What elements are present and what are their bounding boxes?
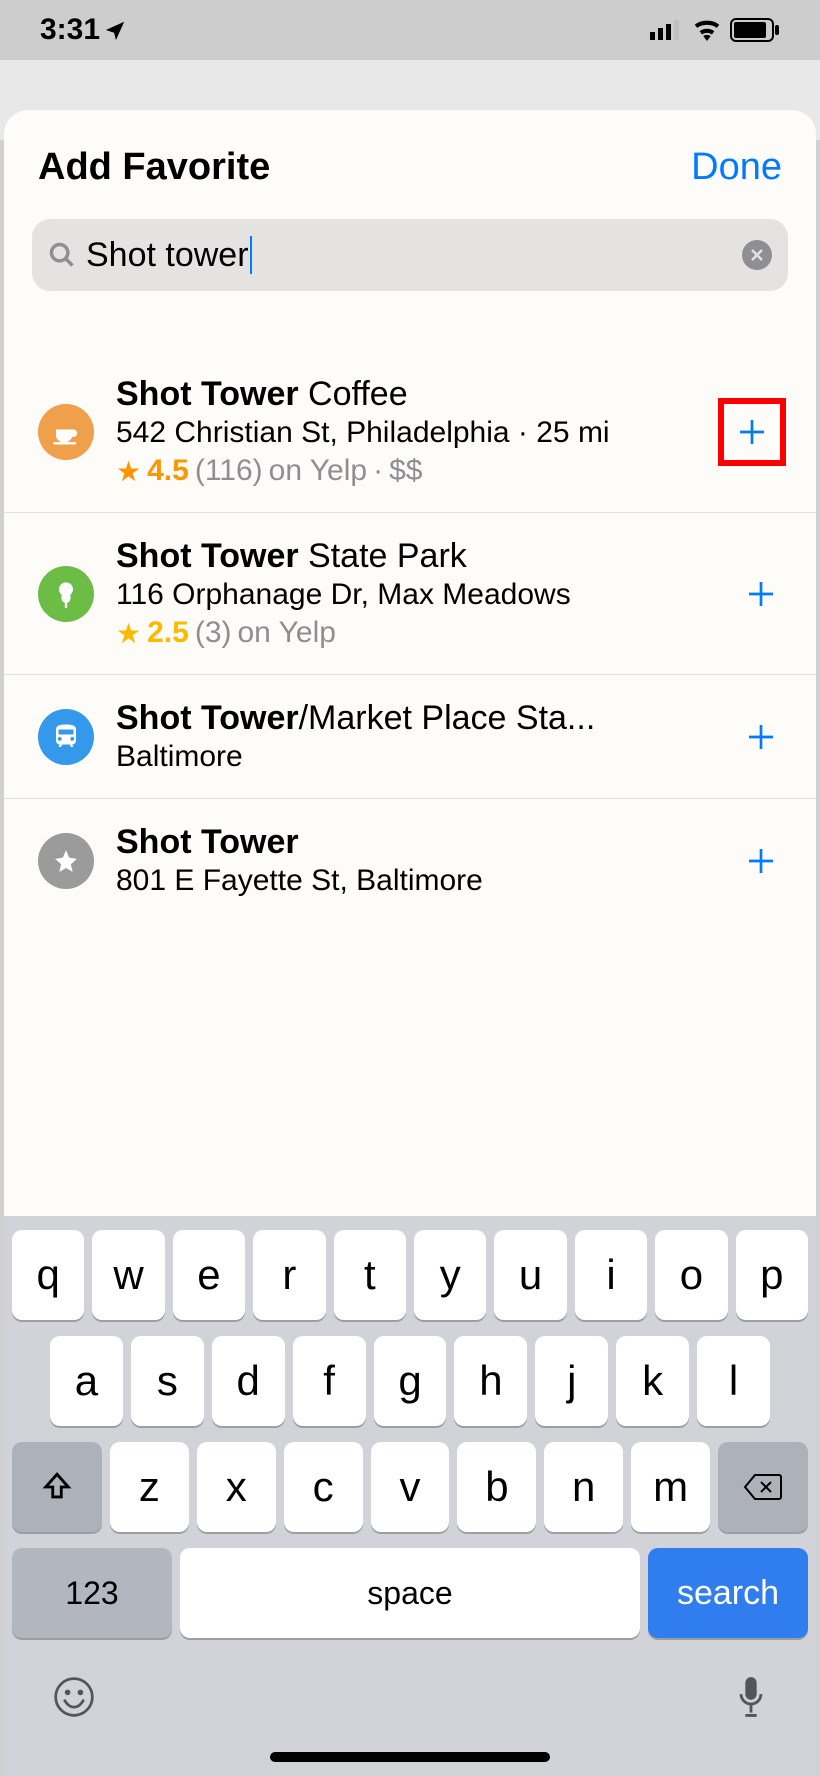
key-w[interactable]: w (92, 1230, 164, 1320)
keyboard: qwertyuiop asdfghjkl zxcvbnm 123 space s… (4, 1216, 816, 1776)
add-favorite-button[interactable] (736, 569, 786, 619)
result-content: Shot Tower 801 E Fayette St, Baltimore (116, 823, 714, 898)
key-l[interactable]: l (697, 1336, 770, 1426)
keyboard-bottom-row (12, 1654, 808, 1740)
key-a[interactable]: a (50, 1336, 123, 1426)
key-g[interactable]: g (374, 1336, 447, 1426)
search-bar[interactable]: Shot tower (32, 219, 788, 291)
key-x[interactable]: x (197, 1442, 276, 1532)
result-content: Shot Tower Coffee 542 Christian St, Phil… (116, 375, 696, 488)
result-row[interactable]: Shot Tower 801 E Fayette St, Baltimore (4, 799, 816, 922)
close-icon (750, 248, 764, 262)
key-t[interactable]: t (334, 1230, 406, 1320)
keyboard-row-1: qwertyuiop (12, 1230, 808, 1320)
add-favorite-button[interactable] (736, 712, 786, 762)
result-row[interactable]: Shot Tower Coffee 542 Christian St, Phil… (4, 351, 816, 513)
plus-icon (745, 578, 777, 610)
keyboard-row-3: zxcvbnm (12, 1442, 808, 1532)
key-i[interactable]: i (575, 1230, 647, 1320)
shift-icon (40, 1470, 74, 1504)
numbers-key[interactable]: 123 (12, 1548, 172, 1638)
keyboard-row-2: asdfghjkl (12, 1336, 808, 1426)
result-row[interactable]: Shot Tower/Market Place Sta... Baltimore (4, 675, 816, 799)
key-b[interactable]: b (457, 1442, 536, 1532)
shift-key[interactable] (12, 1442, 102, 1532)
key-e[interactable]: e (173, 1230, 245, 1320)
key-k[interactable]: k (616, 1336, 689, 1426)
key-n[interactable]: n (544, 1442, 623, 1532)
result-title: Shot Tower/Market Place Sta... (116, 699, 714, 738)
wifi-icon (692, 19, 722, 41)
result-title: Shot Tower Coffee (116, 375, 696, 414)
result-title: Shot Tower (116, 823, 714, 862)
status-time: 3:31 (40, 13, 126, 47)
space-key[interactable]: space (180, 1548, 640, 1638)
backspace-icon (743, 1473, 783, 1501)
text-cursor (250, 236, 252, 274)
result-subtitle: 801 E Fayette St, Baltimore (116, 864, 714, 898)
status-bar: 3:31 (0, 0, 820, 60)
keyboard-row-4: 123 space search (12, 1548, 808, 1638)
sheet-header: Add Favorite Done (4, 110, 816, 219)
key-f[interactable]: f (293, 1336, 366, 1426)
plus-icon (736, 416, 768, 448)
key-m[interactable]: m (631, 1442, 710, 1532)
search-icon (48, 241, 76, 269)
key-h[interactable]: h (454, 1336, 527, 1426)
result-content: Shot Tower/Market Place Sta... Baltimore (116, 699, 714, 774)
clear-search-button[interactable] (742, 240, 772, 270)
key-c[interactable]: c (284, 1442, 363, 1532)
home-indicator[interactable] (270, 1752, 550, 1762)
backspace-key[interactable] (718, 1442, 808, 1532)
result-subtitle: Baltimore (116, 740, 714, 774)
result-subtitle: 542 Christian St, Philadelphia · 25 mi (116, 416, 696, 450)
battery-icon (730, 18, 780, 42)
key-y[interactable]: y (414, 1230, 486, 1320)
done-button[interactable]: Done (691, 146, 782, 189)
key-d[interactable]: d (212, 1336, 285, 1426)
key-s[interactable]: s (131, 1336, 204, 1426)
result-row[interactable]: Shot Tower State Park 116 Orphanage Dr, … (4, 513, 816, 675)
time-label: 3:31 (40, 13, 100, 47)
result-title: Shot Tower State Park (116, 537, 714, 576)
cellular-icon (650, 20, 684, 40)
key-z[interactable]: z (110, 1442, 189, 1532)
add-favorite-button[interactable] (736, 836, 786, 886)
tree-icon (38, 566, 94, 622)
emoji-icon[interactable] (52, 1675, 96, 1719)
key-j[interactable]: j (535, 1336, 608, 1426)
result-rating: ★2.5 (3) on Yelp (116, 616, 714, 650)
key-o[interactable]: o (655, 1230, 727, 1320)
result-rating: ★4.5 (116) on Yelp · $$ (116, 454, 696, 488)
add-favorite-button[interactable] (718, 398, 786, 466)
result-subtitle: 116 Orphanage Dr, Max Meadows (116, 578, 714, 612)
key-p[interactable]: p (736, 1230, 808, 1320)
key-r[interactable]: r (253, 1230, 325, 1320)
location-arrow-icon (104, 19, 126, 41)
status-icons (650, 18, 780, 42)
search-input[interactable]: Shot tower (86, 236, 732, 275)
star-icon: ★ (116, 617, 141, 650)
transit-icon (38, 709, 94, 765)
search-value: Shot tower (86, 236, 249, 275)
search-key[interactable]: search (648, 1548, 808, 1638)
star-icon: ★ (116, 455, 141, 488)
key-u[interactable]: u (494, 1230, 566, 1320)
star-place-icon (38, 833, 94, 889)
plus-icon (745, 845, 777, 877)
key-q[interactable]: q (12, 1230, 84, 1320)
add-favorite-sheet: Add Favorite Done Shot tower Shot Tower … (4, 110, 816, 1776)
microphone-icon[interactable] (734, 1674, 768, 1720)
key-v[interactable]: v (371, 1442, 450, 1532)
search-results: Shot Tower Coffee 542 Christian St, Phil… (4, 351, 816, 922)
plus-icon (745, 721, 777, 753)
coffee-icon (38, 404, 94, 460)
sheet-title: Add Favorite (38, 146, 270, 189)
result-content: Shot Tower State Park 116 Orphanage Dr, … (116, 537, 714, 650)
